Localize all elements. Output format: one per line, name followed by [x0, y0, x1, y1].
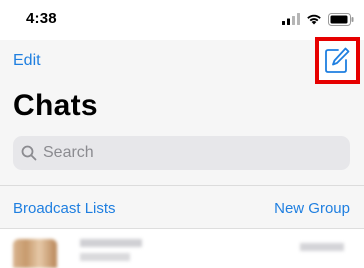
compose-icon[interactable]	[324, 46, 350, 74]
chat-name-redacted	[80, 239, 142, 247]
signal-icon	[282, 13, 300, 25]
search-placeholder: Search	[43, 144, 94, 161]
wifi-icon	[307, 14, 321, 25]
battery-icon	[328, 12, 354, 26]
broadcast-lists-link[interactable]: Broadcast Lists	[13, 200, 116, 217]
edit-button[interactable]: Edit	[13, 52, 41, 70]
new-group-link[interactable]: New Group	[274, 200, 350, 217]
status-bar: 4:38	[0, 0, 364, 40]
avatar	[13, 239, 57, 268]
status-time: 4:38	[26, 10, 57, 27]
chat-preview-redacted	[80, 253, 130, 261]
search-icon	[21, 145, 37, 161]
page-title: Chats	[13, 89, 98, 122]
status-icons	[282, 12, 354, 26]
search-input[interactable]: Search	[13, 136, 350, 170]
navigation-bar: Edit	[0, 40, 364, 88]
chat-time-redacted	[300, 243, 344, 251]
chat-list-item[interactable]	[0, 229, 364, 268]
lists-bar: Broadcast Lists New Group	[0, 186, 364, 228]
